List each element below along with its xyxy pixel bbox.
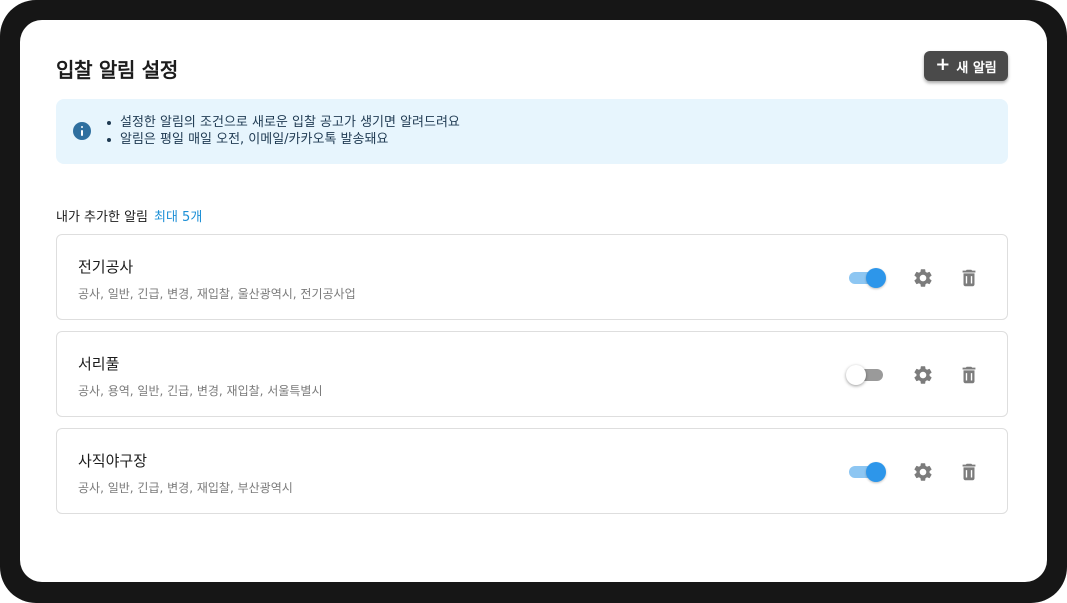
gear-icon[interactable] [912,461,934,483]
alert-card[interactable]: 사직야구장 공사, 일반, 긴급, 변경, 재입찰, 부산광역시 [56,428,1008,514]
page-title: 입찰 알림 설정 [56,58,178,82]
toggle-thumb [866,462,886,482]
alert-toggle[interactable] [849,462,886,482]
alert-name: 사직야구장 [78,452,148,470]
toggle-thumb [866,268,886,288]
trash-icon[interactable] [958,267,980,289]
alert-card[interactable]: 전기공사 공사, 일반, 긴급, 변경, 재입찰, 울산광역시, 전기공사업 [56,234,1008,320]
device-frame: 입찰 알림 설정 + 새 알림 설정한 알림의 조건으로 새로운 입찰 공고가 … [0,0,1067,603]
alert-name: 전기공사 [78,258,134,276]
my-alerts-label: 내가 추가한 알림 [56,210,148,225]
alert-settings-panel: 입찰 알림 설정 + 새 알림 설정한 알림의 조건으로 새로운 입찰 공고가 … [20,20,1047,582]
info-list: 설정한 알림의 조건으로 새로운 입찰 공고가 생기면 알려드려요 알림은 평일… [104,114,460,148]
new-alert-button-label: 새 알림 [956,60,997,76]
alert-conditions: 공사, 용역, 일반, 긴급, 변경, 재입찰, 서울특별시 [78,384,323,398]
alert-toggle[interactable] [849,268,886,288]
trash-icon[interactable] [958,364,980,386]
gear-icon[interactable] [912,267,934,289]
alert-list: 전기공사 공사, 일반, 긴급, 변경, 재입찰, 울산광역시, 전기공사업 서… [56,234,1008,525]
alert-card[interactable]: 서리풀 공사, 용역, 일반, 긴급, 변경, 재입찰, 서울특별시 [56,331,1008,417]
alert-limit-label: 최대 5개 [154,210,203,225]
trash-icon[interactable] [958,461,980,483]
gear-icon[interactable] [912,364,934,386]
info-icon [73,122,91,140]
toggle-thumb [846,365,866,385]
new-alert-button[interactable]: + 새 알림 [924,51,1008,81]
alert-toggle[interactable] [846,365,885,385]
alert-conditions: 공사, 일반, 긴급, 변경, 재입찰, 부산광역시 [78,481,293,495]
alert-name: 서리풀 [78,355,120,373]
plus-icon: + [935,54,951,75]
info-line: 설정한 알림의 조건으로 새로운 입찰 공고가 생기면 알려드려요 [104,114,460,131]
my-alerts-heading: 내가 추가한 알림 최대 5개 [56,206,202,225]
alert-conditions: 공사, 일반, 긴급, 변경, 재입찰, 울산광역시, 전기공사업 [78,287,356,301]
info-box: 설정한 알림의 조건으로 새로운 입찰 공고가 생기면 알려드려요 알림은 평일… [56,99,1008,164]
info-line: 알림은 평일 매일 오전, 이메일/카카오톡 발송돼요 [104,131,460,148]
